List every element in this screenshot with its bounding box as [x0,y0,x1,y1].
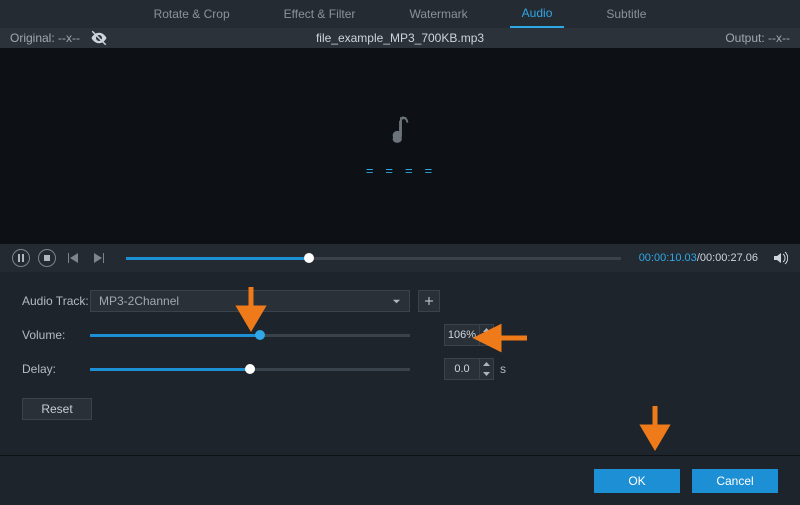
prev-button[interactable] [64,249,82,267]
volume-label: Volume: [22,328,90,342]
music-note-icon [389,115,411,145]
file-info-bar: Original: --x-- file_example_MP3_700KB.m… [0,28,800,48]
add-audio-track-button[interactable] [418,290,440,312]
delay-slider[interactable] [90,362,410,376]
playback-time: 00:00:10.03/00:00:27.06 [639,252,758,264]
preview-toggle-icon[interactable] [90,29,108,47]
editor-tabs: Rotate & Crop Effect & Filter Watermark … [0,0,800,28]
filename-label: file_example_MP3_700KB.mp3 [316,31,484,45]
audio-track-dropdown[interactable]: MP3-2Channel [90,290,410,312]
plus-icon [424,296,434,306]
cancel-label: Cancel [716,474,753,488]
delay-stepper[interactable]: 0.0 [444,358,494,380]
volume-step-up[interactable] [480,325,493,335]
tab-subtitle[interactable]: Subtitle [594,0,658,28]
media-preview: ==== [0,48,800,244]
stop-button[interactable] [38,249,56,267]
cancel-button[interactable]: Cancel [692,469,778,493]
delay-unit: s [500,362,506,376]
dialog-buttons: OK Cancel [0,455,800,505]
ok-button[interactable]: OK [594,469,680,493]
tab-audio[interactable]: Audio [510,0,565,28]
volume-stepper[interactable]: 106% [444,324,494,346]
volume-value: 106% [445,329,479,341]
reset-button[interactable]: Reset [22,398,92,420]
volume-step-down[interactable] [480,335,493,345]
reset-label: Reset [41,402,72,416]
tab-label: Audio [522,6,553,20]
ok-label: OK [628,474,645,488]
next-button[interactable] [90,249,108,267]
audio-track-value: MP3-2Channel [99,294,179,308]
audio-track-label: Audio Track: [22,294,90,308]
volume-icon[interactable] [772,250,788,266]
tab-label: Subtitle [606,7,646,21]
tab-rotate-crop[interactable]: Rotate & Crop [142,0,242,28]
delay-value: 0.0 [445,363,479,375]
playback-bar: 00:00:10.03/00:00:27.06 [0,244,800,272]
chevron-down-icon [392,297,401,306]
audio-waveform-icon: ==== [366,163,434,178]
tab-label: Watermark [409,7,467,21]
tab-effect-filter[interactable]: Effect & Filter [272,0,368,28]
tab-watermark[interactable]: Watermark [397,0,479,28]
seek-slider[interactable] [126,251,621,265]
volume-slider[interactable] [90,328,410,342]
play-pause-button[interactable] [12,249,30,267]
tab-label: Rotate & Crop [154,7,230,21]
delay-step-down[interactable] [480,369,493,379]
delay-step-up[interactable] [480,359,493,369]
output-dimensions: Output: --x-- [725,31,790,45]
time-total: 00:00:27.06 [700,252,758,264]
delay-label: Delay: [22,362,90,376]
audio-controls-panel: Audio Track: MP3-2Channel Volume: 106% D… [0,272,800,420]
time-current: 00:00:10.03 [639,252,697,264]
tab-label: Effect & Filter [284,7,356,21]
original-dimensions: Original: --x-- [10,31,80,45]
